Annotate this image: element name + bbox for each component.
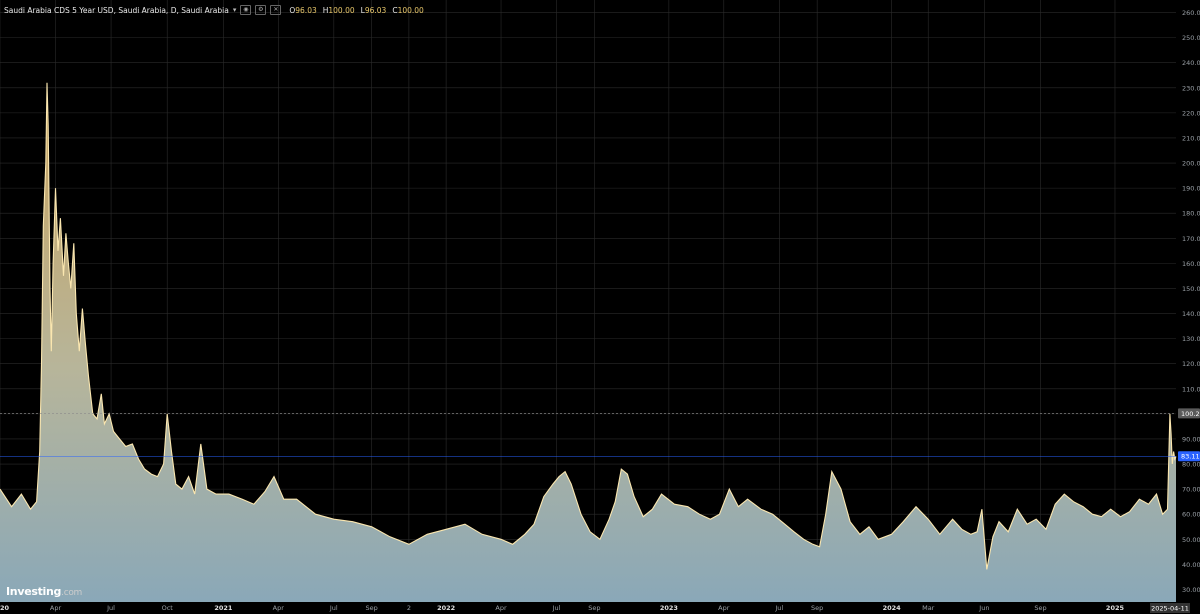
last-price-label: 83.11 bbox=[1181, 453, 1200, 461]
last-date-label: 2025-04-11 bbox=[1151, 605, 1189, 613]
x-tick-label: Apr bbox=[273, 604, 285, 612]
x-tick-label: Jul bbox=[329, 604, 338, 612]
ohlc-values: O96.03 H100.00 L96.03 C100.00 bbox=[289, 6, 423, 15]
x-tick-label: 2022 bbox=[437, 604, 455, 612]
x-tick-label: 2021 bbox=[214, 604, 233, 612]
close-value: C100.00 bbox=[392, 5, 424, 15]
low-value: L96.03 bbox=[360, 5, 387, 15]
y-tick-label: 110.00 bbox=[1182, 385, 1200, 393]
y-tick-label: 230.00 bbox=[1182, 84, 1200, 92]
y-tick-label: 160.00 bbox=[1182, 260, 1200, 268]
y-tick-label: 30.00 bbox=[1182, 586, 1200, 594]
y-tick-label: 70.00 bbox=[1182, 486, 1200, 494]
close-icon[interactable]: ✕ bbox=[270, 5, 282, 15]
open-value: O96.03 bbox=[289, 5, 317, 15]
y-tick-label: 220.00 bbox=[1182, 109, 1200, 117]
x-tick-label: Sep bbox=[366, 604, 378, 612]
investing-logo: Investing.com bbox=[6, 585, 83, 598]
x-tick-label: 2025 bbox=[1106, 604, 1125, 612]
chevron-down-icon[interactable]: ▾ bbox=[233, 6, 237, 14]
y-tick-label: 120.00 bbox=[1182, 360, 1200, 368]
x-tick-label: Sep bbox=[1034, 604, 1046, 612]
series-area bbox=[0, 82, 1177, 603]
y-tick-label: 40.00 bbox=[1182, 561, 1200, 569]
y-tick-label: 240.00 bbox=[1182, 59, 1200, 67]
y-tick-label: 260.00 bbox=[1182, 9, 1200, 17]
symbol-title[interactable]: Saudi Arabia CDS 5 Year USD, Saudi Arabi… bbox=[4, 6, 229, 15]
x-tick-label: 2020 bbox=[0, 604, 10, 612]
x-tick-label: Apr bbox=[495, 604, 507, 612]
y-tick-label: 80.00 bbox=[1182, 461, 1200, 469]
x-tick-label: Apr bbox=[50, 604, 62, 612]
y-tick-label: 250.00 bbox=[1182, 34, 1200, 42]
x-axis: 2020 Apr Jul Oct 2021 Apr Jul Sep 2 2022 Apr Jul Sep… bbox=[0, 603, 1190, 613]
y-tick-label: 210.00 bbox=[1182, 134, 1200, 142]
x-tick-label: Apr bbox=[718, 604, 730, 612]
y-tick-label: 170.00 bbox=[1182, 235, 1200, 243]
y-tick-label: 140.00 bbox=[1182, 310, 1200, 318]
x-tick-label: 2 bbox=[407, 604, 411, 612]
x-tick-label: Jul bbox=[106, 604, 115, 612]
high-price-label: 100.21 bbox=[1181, 410, 1200, 418]
y-tick-label: 180.00 bbox=[1182, 210, 1200, 218]
y-tick-label: 130.00 bbox=[1182, 335, 1200, 343]
y-tick-label: 60.00 bbox=[1182, 511, 1200, 519]
chart-legend: Saudi Arabia CDS 5 Year USD, Saudi Arabi… bbox=[4, 3, 424, 17]
price-lines bbox=[0, 413, 1176, 457]
x-tick-label: Jul bbox=[552, 604, 561, 612]
y-tick-label: 200.00 bbox=[1182, 160, 1200, 168]
y-tick-label: 90.00 bbox=[1182, 435, 1200, 443]
high-value: H100.00 bbox=[322, 5, 355, 15]
x-tick-label: Sep bbox=[588, 604, 600, 612]
y-tick-label: 150.00 bbox=[1182, 285, 1200, 293]
x-tick-label: Mar bbox=[922, 604, 935, 612]
y-tick-label: 190.00 bbox=[1182, 185, 1200, 193]
settings-icon[interactable]: ⚙ bbox=[255, 5, 267, 15]
x-tick-label: Jul bbox=[774, 604, 783, 612]
x-tick-label: 2024 bbox=[883, 604, 902, 612]
y-tick-label: 50.00 bbox=[1182, 536, 1200, 544]
area-fill bbox=[0, 82, 1176, 603]
eye-icon[interactable]: ◉ bbox=[240, 5, 252, 15]
y-axis: 30.0040.0050.0060.0070.0080.0090.00100.0… bbox=[1178, 9, 1200, 594]
x-tick-label: Oct bbox=[162, 604, 174, 612]
x-tick-label: 2023 bbox=[660, 604, 678, 612]
x-tick-label: Jun bbox=[978, 604, 989, 612]
x-tick-label: Sep bbox=[811, 604, 823, 612]
chart-area[interactable]: 30.0040.0050.0060.0070.0080.0090.00100.0… bbox=[0, 0, 1200, 614]
